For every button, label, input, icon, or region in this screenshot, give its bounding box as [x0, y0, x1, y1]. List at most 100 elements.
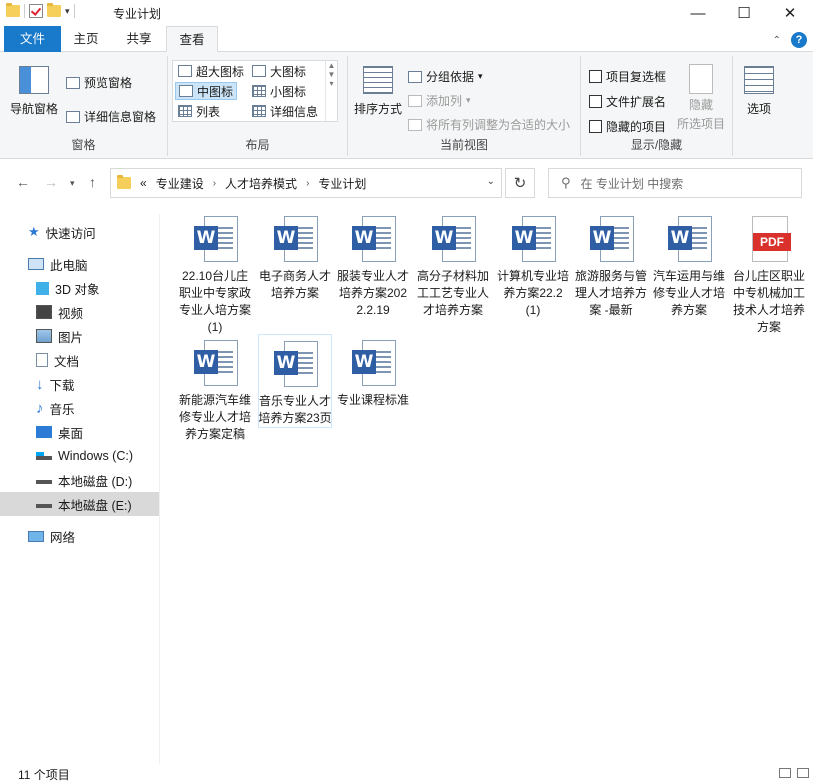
word-logo-icon: W — [432, 226, 456, 250]
file-extensions-toggle[interactable]: 文件扩展名 — [589, 93, 666, 110]
back-arrow-icon[interactable]: ← — [16, 174, 30, 190]
chevron-down-icon[interactable]: ⌄ — [487, 176, 495, 187]
details-pane-label: 详细信息窗格 — [84, 110, 157, 124]
sidebar-item-3d-objects[interactable]: 3D 对象 — [0, 276, 159, 300]
divider — [24, 4, 25, 18]
word-file-icon: W — [272, 341, 318, 389]
folder-icon[interactable] — [6, 3, 20, 17]
preview-pane-button[interactable]: 预览窗格 — [66, 74, 132, 91]
sidebar-item-label: 3D 对象 — [55, 282, 100, 297]
word-logo-icon: W — [352, 226, 376, 250]
sidebar-item-drive-d[interactable]: 本地磁盘 (D:) — [0, 468, 159, 492]
address-bar[interactable]: « 专业建设 › 人才培养模式 › 专业计划 ⌄ — [110, 168, 502, 198]
tab-view[interactable]: 查看 — [166, 26, 218, 53]
details-view-icon[interactable] — [779, 768, 791, 778]
hide-selected-button[interactable]: 隐藏 所选项目 — [677, 64, 725, 132]
breadcrumb-item[interactable]: 专业计划 — [318, 175, 366, 192]
help-icon[interactable]: ? — [791, 32, 807, 48]
video-icon — [36, 305, 52, 319]
customize-toolbar-icon[interactable]: ▾ — [65, 6, 70, 17]
checkbox[interactable] — [589, 95, 602, 108]
file-name: 汽车运用与维修专业人才培养方案 — [652, 269, 725, 317]
breadcrumb-item[interactable]: 专业建设 — [156, 175, 204, 192]
sidebar-item-drive-c[interactable]: Windows (C:) — [0, 444, 159, 468]
chevron-right-icon[interactable]: › — [306, 178, 309, 189]
pdf-page: PDF — [752, 216, 791, 262]
forward-arrow-icon[interactable]: → — [44, 174, 58, 190]
layout-medium-icons[interactable]: 中图标 — [175, 82, 238, 100]
sidebar-item-desktop[interactable]: 桌面 — [0, 420, 159, 444]
word-file-icon: W — [350, 340, 396, 388]
recent-locations-icon[interactable]: ▾ — [70, 178, 75, 189]
sidebar-item-label: 音乐 — [49, 402, 75, 417]
checkbox[interactable] — [589, 120, 602, 133]
file-item[interactable]: W 音乐专业人才培养方案23页 — [258, 334, 332, 428]
file-item[interactable]: W 电子商务人才培养方案 — [258, 210, 332, 302]
minimize-button[interactable]: — — [675, 0, 721, 26]
up-arrow-icon[interactable]: ↑ — [89, 174, 96, 190]
file-item[interactable]: W 专业课程标准 — [336, 334, 410, 409]
collapse-ribbon-icon[interactable]: ⌃ — [773, 35, 781, 46]
status-bar: 11 个项目 — [0, 764, 813, 782]
layout-scroll[interactable]: ▲ ▼ ▾ — [325, 61, 337, 121]
file-item[interactable]: W 汽车运用与维修专业人才培养方案 — [652, 210, 726, 319]
sidebar-item-network[interactable]: 网络 — [0, 524, 159, 548]
layout-extra-large-icons[interactable]: 超大图标 — [175, 62, 247, 80]
options-button[interactable]: 选项 — [744, 66, 774, 117]
sort-by-button[interactable]: 排序方式 — [354, 66, 402, 117]
details-pane-button[interactable]: 详细信息窗格 — [66, 108, 156, 125]
file-item[interactable]: W 新能源汽车维修专业人才培养方案定稿 — [178, 334, 252, 443]
breadcrumb-overflow[interactable]: « — [140, 176, 147, 190]
sidebar-item-videos[interactable]: 视频 — [0, 300, 159, 324]
group-by-icon — [408, 70, 422, 83]
large-icons-view-icon[interactable] — [797, 768, 809, 778]
chevron-right-icon[interactable]: › — [213, 178, 216, 189]
file-item[interactable]: W 旅游服务与管理人才培养方案 -最新 — [574, 210, 648, 319]
nav-pane-button[interactable]: 导航窗格 — [10, 66, 58, 117]
add-columns-button[interactable]: 添加列 ▾ — [408, 92, 471, 109]
tab-share[interactable]: 共享 — [112, 26, 166, 52]
layout-list[interactable]: 列表 — [175, 102, 223, 120]
file-item[interactable]: W 22.10台儿庄职业中专家政专业人培方案(1) — [178, 210, 252, 336]
sidebar-item-music[interactable]: ♪ 音乐 — [0, 396, 159, 420]
maximize-button[interactable]: ☐ — [721, 0, 767, 26]
tab-file[interactable]: 文件 — [4, 26, 61, 52]
layout-details[interactable]: 详细信息 — [249, 102, 321, 120]
size-columns-button[interactable]: 将所有列调整为合适的大小 — [408, 116, 570, 133]
item-checkboxes-toggle[interactable]: 项目复选框 — [589, 68, 666, 85]
sidebar-item-this-pc[interactable]: 此电脑 — [0, 252, 159, 276]
sidebar-item-label: 图片 — [58, 330, 84, 345]
refresh-icon: ↻ — [513, 175, 527, 192]
tab-home[interactable]: 主页 — [62, 26, 110, 52]
search-input[interactable]: ⚲ 在 专业计划 中搜索 — [548, 168, 802, 198]
new-folder-icon[interactable] — [47, 3, 61, 17]
layout-small-icons[interactable]: 小图标 — [249, 82, 309, 100]
sidebar-item-documents[interactable]: 文档 — [0, 348, 159, 372]
sidebar-item-drive-e[interactable]: 本地磁盘 (E:) — [0, 492, 159, 516]
layout-large-icons[interactable]: 大图标 — [249, 62, 309, 80]
file-item[interactable]: PDF 台儿庄区职业中专机械加工技术人才培养方案 — [732, 210, 806, 336]
star-icon: ★ — [28, 224, 40, 239]
file-extensions-label: 文件扩展名 — [606, 95, 667, 109]
checkbox[interactable] — [589, 70, 602, 83]
file-name: 台儿庄区职业中专机械加工技术人才培养方案 — [732, 269, 805, 334]
refresh-button[interactable]: ↻ — [505, 168, 535, 198]
file-item[interactable]: W 计算机专业培养方案22.2(1) — [496, 210, 570, 319]
group-by-button[interactable]: 分组依据 ▾ — [408, 68, 483, 85]
folder-icon — [117, 175, 131, 189]
sidebar-item-downloads[interactable]: ↓ 下载 — [0, 372, 159, 396]
file-list: W 22.10台儿庄职业中专家政专业人培方案(1) W 电子商务人才培养方案 W 服装专业… — [162, 204, 813, 764]
network-icon — [28, 530, 44, 542]
sidebar-item-label: 本地磁盘 (D:) — [58, 474, 133, 489]
sidebar-item-pictures[interactable]: 图片 — [0, 324, 159, 348]
sidebar-item-quick-access[interactable]: ★ 快速访问 — [0, 220, 159, 244]
close-button[interactable]: ✕ — [767, 0, 813, 26]
properties-icon[interactable] — [29, 4, 43, 18]
breadcrumb-item[interactable]: 人才培养模式 — [225, 175, 297, 192]
file-item[interactable]: W 高分子材料加工工艺专业人才培养方案 — [416, 210, 490, 319]
sort-by-label: 排序方式 — [354, 102, 403, 116]
word-logo-icon: W — [194, 350, 218, 374]
file-item[interactable]: W 服装专业人才培养方案2022.2.19 — [336, 210, 410, 319]
hidden-items-toggle[interactable]: 隐藏的项目 — [589, 118, 666, 135]
ribbon-group-panes: 导航窗格 预览窗格 详细信息窗格 窗格 — [0, 56, 168, 156]
